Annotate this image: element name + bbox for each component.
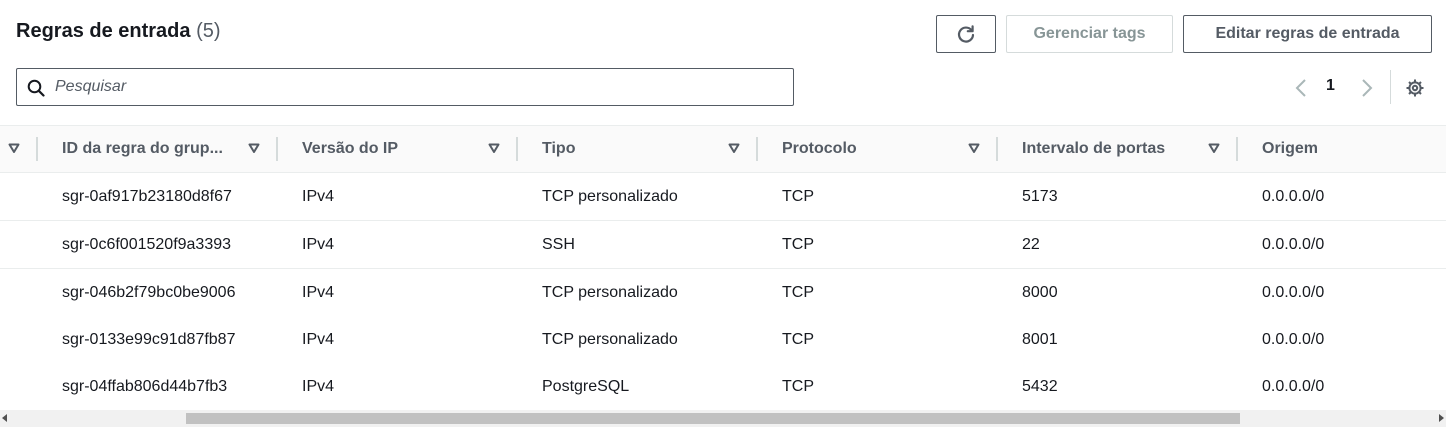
protocol-cell: TCP [782, 187, 814, 205]
search-box[interactable] [16, 68, 794, 106]
rule-id-cell[interactable]: sgr-0c6f001520f9a3393 [62, 221, 231, 268]
source-cell: 0.0.0.0/0 [1262, 187, 1325, 205]
port-range-cell: 22 [1022, 235, 1040, 253]
protocol-cell: TCP [782, 235, 814, 253]
scroll-right-arrow-icon[interactable] [1439, 414, 1444, 422]
port-range-cell: 8001 [1022, 330, 1058, 348]
previous-page-button[interactable] [1290, 76, 1312, 100]
sort-caret-icon [728, 143, 740, 153]
column-header-type[interactable]: Tipo [518, 126, 758, 172]
table-row[interactable]: sgr-0133e99c91d87fb87 IPv4 TCP personali… [0, 316, 1446, 364]
selection-column-header[interactable] [0, 126, 38, 172]
rule-id-cell[interactable]: sgr-04ffab806d44b7fb3 [62, 363, 227, 410]
table-row[interactable]: sgr-04ffab806d44b7fb3 IPv4 PostgreSQL TC… [0, 363, 1446, 411]
column-header-source[interactable]: Origem [1238, 126, 1446, 172]
chevron-right-icon [1362, 79, 1373, 97]
protocol-cell: TCP [782, 377, 814, 395]
ip-version-cell: IPv4 [302, 283, 335, 301]
sort-caret-icon [8, 143, 20, 153]
ip-version-cell: IPv4 [302, 330, 335, 348]
refresh-button[interactable] [936, 15, 996, 53]
rule-count: (5) [196, 20, 221, 42]
rule-id-cell[interactable]: sgr-0133e99c91d87fb87 [62, 316, 235, 363]
refresh-icon [957, 25, 975, 43]
protocol-cell: TCP [782, 283, 814, 301]
table-preferences-button[interactable] [1403, 76, 1427, 100]
table-row[interactable]: sgr-046b2f79bc0be9006 IPv4 TCP personali… [0, 269, 1446, 317]
search-icon [27, 79, 45, 97]
source-cell: 0.0.0.0/0 [1262, 283, 1325, 301]
table-row[interactable]: sgr-0c6f001520f9a3393 IPv4 SSH TCP 22 0.… [0, 221, 1446, 269]
sort-caret-icon [968, 143, 980, 153]
column-header-protocol[interactable]: Protocolo [758, 126, 998, 172]
rule-id-cell[interactable]: sgr-0af917b23180d8f67 [62, 173, 232, 220]
sort-caret-icon [248, 143, 260, 153]
ip-version-cell: IPv4 [302, 235, 335, 253]
current-page-number[interactable]: 1 [1326, 77, 1335, 95]
column-header-ip-version[interactable]: Versão do IP [278, 126, 518, 172]
column-label: Intervalo de portas [1022, 140, 1166, 157]
source-cell: 0.0.0.0/0 [1262, 377, 1325, 395]
pagination-divider [1390, 70, 1391, 104]
rule-id-cell[interactable]: sgr-046b2f79bc0be9006 [62, 269, 235, 316]
panel-header: Regras de entrada (5) Gerenciar tags Edi… [0, 0, 1446, 125]
type-cell: TCP personalizado [542, 283, 678, 301]
search-input[interactable] [55, 73, 775, 101]
port-range-cell: 5432 [1022, 377, 1058, 395]
port-range-cell: 5173 [1022, 187, 1058, 205]
next-page-button[interactable] [1356, 76, 1378, 100]
sort-caret-icon [1208, 143, 1220, 153]
ip-version-cell: IPv4 [302, 377, 335, 395]
table-header-row: ID da regra do grup... Versão do IP Tipo… [0, 125, 1446, 173]
column-header-port-range[interactable]: Intervalo de portas [998, 126, 1238, 172]
horizontal-scrollbar[interactable] [0, 410, 1446, 427]
title-text: Regras de entrada [16, 20, 191, 42]
page-title: Regras de entrada (5) [16, 20, 221, 43]
ip-version-cell: IPv4 [302, 187, 335, 205]
scrollbar-thumb[interactable] [186, 413, 1240, 424]
manage-tags-button[interactable]: Gerenciar tags [1006, 15, 1173, 53]
column-label: Tipo [542, 140, 576, 157]
type-cell: TCP personalizado [542, 187, 678, 205]
type-cell: TCP personalizado [542, 330, 678, 348]
edit-inbound-rules-button[interactable]: Editar regras de entrada [1183, 15, 1432, 53]
column-label: ID da regra do grup... [62, 140, 223, 157]
sort-caret-icon [488, 143, 500, 153]
column-label: Protocolo [782, 140, 857, 157]
scroll-left-arrow-icon[interactable] [2, 414, 7, 422]
type-cell: SSH [542, 235, 575, 253]
type-cell: PostgreSQL [542, 377, 630, 395]
column-label: Origem [1262, 140, 1319, 157]
source-cell: 0.0.0.0/0 [1262, 330, 1325, 348]
protocol-cell: TCP [782, 330, 814, 348]
source-cell: 0.0.0.0/0 [1262, 235, 1325, 253]
column-label: Versão do IP [302, 140, 399, 157]
gear-icon [1406, 79, 1424, 97]
port-range-cell: 8000 [1022, 283, 1058, 301]
column-header-rule-id[interactable]: ID da regra do grup... [38, 126, 278, 172]
table-row[interactable]: sgr-0af917b23180d8f67 IPv4 TCP personali… [0, 173, 1446, 221]
chevron-left-icon [1295, 79, 1306, 97]
